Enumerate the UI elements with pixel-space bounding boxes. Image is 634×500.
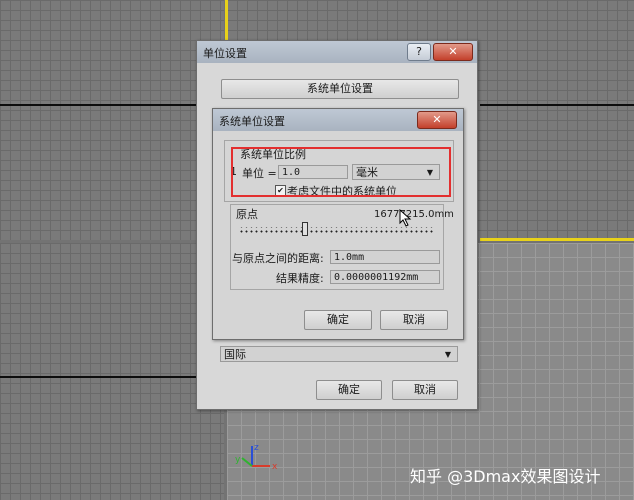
close-icon[interactable]: ✕	[433, 43, 473, 61]
display-unit-value: 国际	[224, 348, 246, 361]
active-viewport-border-bottom	[480, 238, 634, 241]
inner-close-icon[interactable]: ✕	[417, 111, 457, 129]
help-button[interactable]: ?	[407, 43, 431, 61]
system-unit-titlebar[interactable]: 系统单位设置 ✕	[213, 109, 463, 131]
gizmo-y-label: y	[235, 455, 241, 465]
outer-cancel-button[interactable]: 取消	[392, 380, 458, 400]
outer-ok-button[interactable]: 确定	[316, 380, 382, 400]
inner-cancel-button[interactable]: 取消	[380, 310, 448, 330]
system-unit-setup-button[interactable]: 系统单位设置	[221, 79, 459, 99]
origin-ruler	[239, 227, 435, 235]
viewport-grid-axis	[0, 104, 224, 106]
precision-label: 结果精度:	[276, 272, 324, 285]
distance-label: 与原点之间的距离:	[232, 252, 324, 265]
viewport-top-left[interactable]	[0, 0, 224, 240]
viewport-grid-axis	[480, 104, 634, 106]
units-setup-title: 单位设置	[203, 47, 247, 60]
viewport-grid-axis	[0, 376, 200, 378]
distance-field[interactable]: 1.0mm	[330, 250, 440, 264]
origin-value: 16777215.0mm	[374, 209, 454, 220]
units-setup-titlebar[interactable]: 单位设置 ? ✕	[197, 41, 477, 63]
origin-label: 原点	[236, 208, 258, 221]
origin-slider-handle[interactable]	[302, 222, 308, 236]
highlight-box	[231, 147, 451, 197]
mouse-cursor-icon	[399, 209, 412, 227]
precision-field: 0.0000001192mm	[330, 270, 440, 284]
chevron-down-icon: ▼	[444, 350, 451, 359]
gizmo-z-label: z	[254, 443, 259, 453]
gizmo-x-label: x	[272, 462, 278, 472]
viewport-bottom-left[interactable]	[0, 243, 224, 500]
axis-gizmo-icon: z x y	[235, 443, 278, 472]
display-unit-dropdown[interactable]: 国际 ▼	[220, 346, 458, 362]
inner-ok-button[interactable]: 确定	[304, 310, 372, 330]
system-unit-title: 系统单位设置	[219, 115, 285, 128]
watermark: 知乎 @3Dmax效果图设计	[410, 467, 601, 486]
